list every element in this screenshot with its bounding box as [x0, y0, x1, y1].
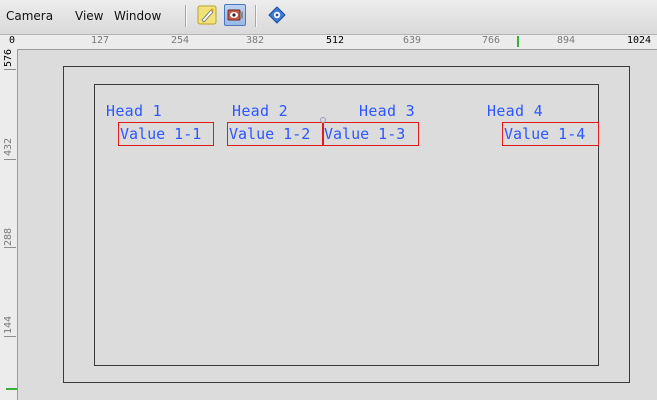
ruler-tick-label: 254: [171, 35, 190, 46]
ruler-tick-label: 766: [482, 35, 501, 46]
ruler-tick-label: 144: [3, 315, 14, 335]
ruler-tick-label: 432: [3, 137, 14, 157]
ruler-tick-label: 127: [91, 35, 110, 46]
ruler-tick-label: 1024: [627, 35, 652, 46]
table-header[interactable]: Head 1: [106, 102, 162, 120]
ruler-tick-label: 894: [557, 35, 576, 46]
menu-window[interactable]: Window: [114, 9, 161, 23]
table-cell[interactable]: Value 1-1: [118, 122, 214, 146]
horizontal-ruler[interactable]: 0 127 254 382 512 639 766 894 1024: [0, 35, 657, 50]
pencil-wand-icon: [197, 5, 217, 25]
table-cell[interactable]: Value 1-2: [227, 122, 324, 146]
ruler-tick-label: 639: [403, 35, 422, 46]
toolbar-separator: [255, 5, 257, 27]
ruler-tick: [4, 247, 16, 248]
table-header[interactable]: Head 2: [232, 102, 288, 120]
pencil-tool-button[interactable]: [196, 4, 218, 26]
ruler-tick: [4, 336, 16, 337]
anchor-point-marker[interactable]: [320, 117, 326, 123]
camera-eye-icon: [227, 9, 243, 21]
ruler-tick: [4, 159, 16, 160]
ruler-tick-label: 382: [246, 35, 265, 46]
ruler-tick-label: 512: [326, 35, 345, 46]
ruler-position-marker: [6, 388, 17, 390]
menu-bar: Camera View Window: [0, 0, 657, 35]
view-compass-icon: [268, 6, 286, 24]
table-cell[interactable]: Value 1-4: [502, 122, 599, 146]
ruler-tick-label: 0: [9, 35, 16, 46]
ruler-tick: [4, 69, 16, 70]
table-cell[interactable]: Value 1-3: [322, 122, 419, 146]
vertical-ruler[interactable]: 576 432 288 144: [0, 49, 18, 400]
camera-tool-button[interactable]: [224, 4, 246, 26]
table-header[interactable]: Head 4: [487, 102, 543, 120]
menu-camera[interactable]: Camera: [6, 9, 53, 23]
toolbar-separator: [185, 5, 187, 27]
view-tool-button[interactable]: [266, 4, 288, 26]
ruler-position-marker: [517, 36, 519, 47]
table-header[interactable]: Head 3: [359, 102, 415, 120]
menu-view[interactable]: View: [75, 9, 103, 23]
